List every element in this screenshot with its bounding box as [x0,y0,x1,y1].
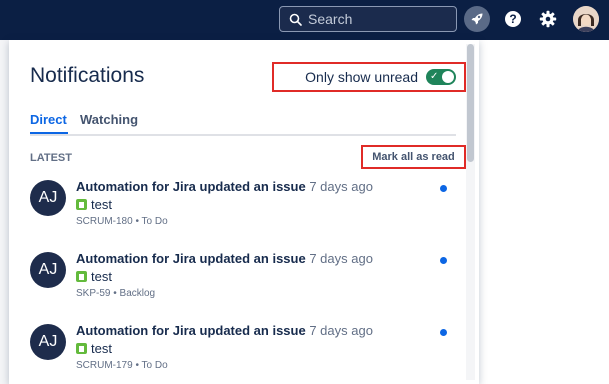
notification-title: Automation for Jira updated an issue 7 d… [76,179,373,194]
issue-meta: SCRUM-179 • To Do [76,360,168,371]
search-icon [287,11,303,27]
story-icon [76,199,87,210]
unread-indicator[interactable] [440,257,447,264]
panel-title: Notifications [30,64,145,87]
only-show-unread-label: Only show unread [305,69,418,85]
story-icon [76,343,87,354]
notification-time: 7 days ago [309,323,373,338]
avatar: AJ [30,324,66,360]
issue-summary-row: test [76,269,112,284]
search-placeholder: Search [308,11,353,27]
check-icon: ✓ [430,71,439,82]
issue-summary[interactable]: test [91,197,112,212]
notifications-panel: Notifications Only show unread ✓ Direct … [9,40,479,384]
notification-title: Automation for Jira updated an issue 7 d… [76,323,373,338]
search-input[interactable]: Search [279,6,457,32]
tab-direct[interactable]: Direct [30,112,67,131]
scrollbar-thumb[interactable] [467,44,474,162]
svg-text:?: ? [509,12,516,26]
notification-item[interactable]: AJ Automation for Jira updated an issue … [30,251,456,311]
top-navigation-bar: Search ? [0,0,609,40]
story-icon [76,271,87,282]
tab-watching[interactable]: Watching [80,112,138,131]
notification-time: 7 days ago [309,251,373,266]
unread-indicator[interactable] [440,329,447,336]
issue-summary-row: test [76,197,112,212]
avatar: AJ [30,252,66,288]
issue-meta: SKP-59 • Backlog [76,288,156,299]
issue-meta: SCRUM-180 • To Do [76,216,168,227]
notification-actor: Automation for Jira updated an issue [76,323,306,338]
notification-tabs: Direct Watching [30,112,456,136]
notification-actor: Automation for Jira updated an issue [76,251,306,266]
help-icon[interactable]: ? [500,6,526,32]
issue-summary[interactable]: test [91,341,112,356]
avatar[interactable] [573,6,599,32]
notification-title: Automation for Jira updated an issue 7 d… [76,251,373,266]
notification-item[interactable]: AJ Automation for Jira updated an issue … [30,323,456,383]
active-tab-indicator [30,132,68,134]
scrollbar[interactable] [466,44,475,380]
page-backdrop [0,40,9,384]
issue-summary-row: test [76,341,112,356]
mark-all-as-read-button[interactable]: Mark all as read [361,145,466,169]
only-show-unread-toggle[interactable]: ✓ [426,69,456,85]
avatar: AJ [30,180,66,216]
notification-time: 7 days ago [309,179,373,194]
toggle-knob [442,71,454,83]
settings-icon[interactable] [535,6,561,32]
notification-actor: Automation for Jira updated an issue [76,179,306,194]
unread-indicator[interactable] [440,185,447,192]
rocket-icon[interactable] [464,6,490,32]
only-show-unread-toggle-row[interactable]: Only show unread ✓ [272,62,466,92]
issue-summary[interactable]: test [91,269,112,284]
notification-item[interactable]: AJ Automation for Jira updated an issue … [30,179,456,239]
section-label-latest: LATEST [30,152,72,164]
